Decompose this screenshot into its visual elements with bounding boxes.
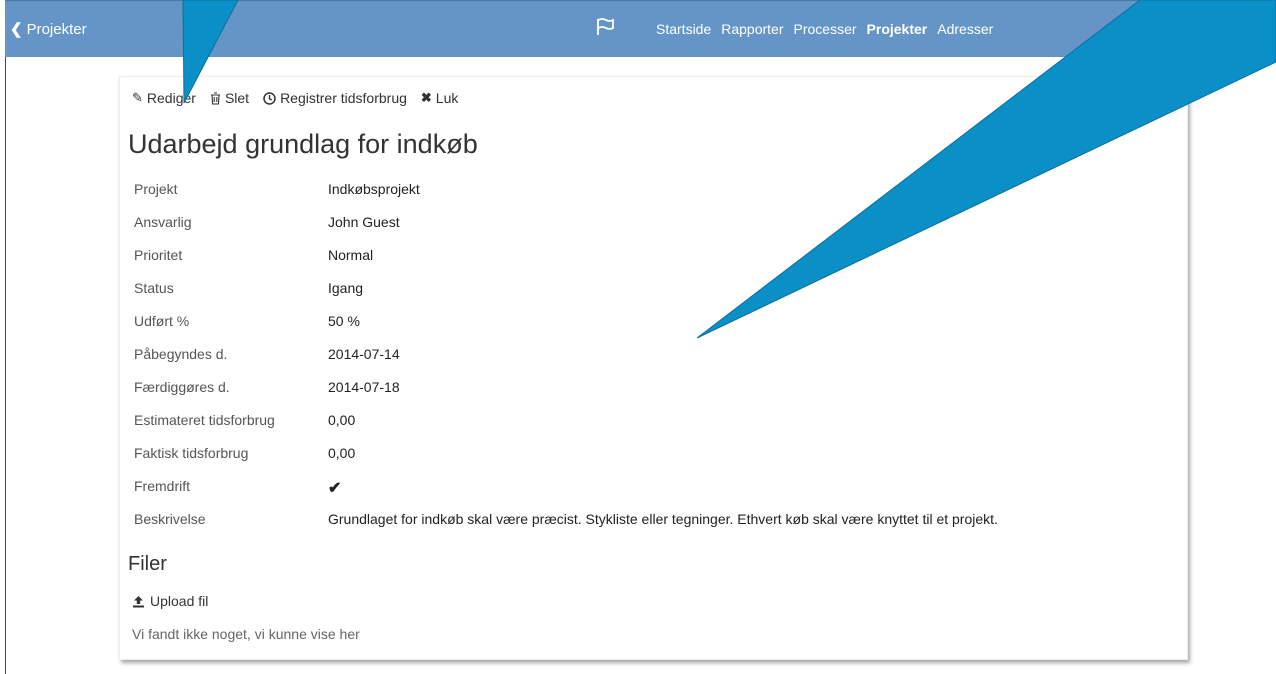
field-row-end-date: Færdiggøres d. 2014-07-18 bbox=[134, 379, 998, 412]
task-detail-panel: ✎ Rediger Slet Registrer tidsforbrug ✖ L… bbox=[119, 76, 1188, 660]
menu-item-startside[interactable]: Startside bbox=[656, 21, 711, 37]
user-menu[interactable]: John bbox=[1131, 21, 1181, 37]
field-value: 0,00 bbox=[328, 445, 356, 461]
field-label: Fremdrift bbox=[134, 478, 190, 494]
checkmark-icon: ✔ bbox=[328, 480, 342, 497]
delete-button[interactable]: Slet bbox=[210, 90, 249, 106]
menu-item-rapporter[interactable]: Rapporter bbox=[721, 21, 783, 37]
close-icon: ✖ bbox=[420, 90, 432, 105]
field-row-description: Beskrivelse Grundlaget for indkøb skal v… bbox=[134, 511, 998, 544]
task-fields: Projekt Indkøbsprojekt Ansvarlig John Gu… bbox=[134, 181, 998, 544]
trash-icon bbox=[210, 91, 220, 105]
register-time-label: Registrer tidsforbrug bbox=[280, 90, 407, 106]
close-label: Luk bbox=[435, 90, 459, 106]
back-link-label: Projekter bbox=[26, 20, 87, 38]
field-row-prioritet: Prioritet Normal bbox=[134, 247, 998, 280]
field-row-actual-time: Faktisk tidsforbrug 0,00 bbox=[134, 445, 998, 478]
field-value: 50 % bbox=[328, 313, 360, 329]
field-label: Beskrivelse bbox=[134, 511, 206, 527]
field-row-progress: Fremdrift ✔ bbox=[134, 478, 998, 511]
field-label: Projekt bbox=[134, 181, 178, 197]
window-left-border bbox=[5, 56, 6, 674]
field-row-projekt: Projekt Indkøbsprojekt bbox=[134, 181, 998, 214]
user-name: John bbox=[1148, 21, 1182, 37]
back-link[interactable]: ❮ Projekter bbox=[10, 20, 87, 39]
field-row-start-date: Påbegyndes d. 2014-07-14 bbox=[134, 346, 998, 379]
register-time-button[interactable]: Registrer tidsforbrug bbox=[263, 90, 407, 106]
field-label: Ansvarlig bbox=[134, 214, 192, 230]
chevron-left-icon: ❮ bbox=[10, 21, 23, 38]
menu-item-projekter[interactable]: Projekter bbox=[867, 21, 928, 37]
field-row-estimated-time: Estimateret tidsforbrug 0,00 bbox=[134, 412, 998, 445]
top-navbar: ❮ Projekter Startside Rapporter Processe… bbox=[5, 0, 1276, 57]
user-icon bbox=[1131, 23, 1143, 36]
field-value: Normal bbox=[328, 247, 374, 263]
field-value: Igang bbox=[328, 280, 364, 296]
edit-button[interactable]: ✎ Rediger bbox=[132, 90, 196, 106]
close-button[interactable]: ✖ Luk bbox=[421, 90, 458, 106]
field-label: Udført % bbox=[134, 313, 190, 329]
field-row-ansvarlig: Ansvarlig John Guest bbox=[134, 214, 998, 247]
field-label: Estimateret tidsforbrug bbox=[134, 412, 275, 428]
files-heading: Filer bbox=[128, 553, 167, 575]
field-label: Status bbox=[134, 280, 174, 296]
edit-icon: ✎ bbox=[132, 90, 143, 105]
field-value: John Guest bbox=[328, 214, 400, 230]
field-value: Indkøbsprojekt bbox=[328, 181, 420, 197]
field-row-udfoert: Udført % 50 % bbox=[134, 313, 998, 346]
field-label: Færdiggøres d. bbox=[134, 379, 230, 395]
menu-item-adresser[interactable]: Adresser bbox=[937, 21, 993, 37]
clock-icon bbox=[263, 91, 276, 105]
field-value: 0,00 bbox=[328, 412, 356, 428]
files-empty-message: Vi fandt ikke noget, vi kunne vise her bbox=[132, 626, 360, 642]
field-label: Faktisk tidsforbrug bbox=[134, 445, 249, 461]
flag-icon[interactable] bbox=[595, 18, 615, 41]
delete-label: Slet bbox=[224, 90, 250, 106]
main-menu: Startside Rapporter Processer Projekter … bbox=[656, 21, 1003, 37]
field-value: 2014-07-14 bbox=[328, 346, 400, 362]
task-toolbar: ✎ Rediger Slet Registrer tidsforbrug ✖ L… bbox=[132, 90, 458, 106]
task-title: Udarbejd grundlag for indkøb bbox=[128, 129, 478, 159]
upload-file-button[interactable]: Upload fil bbox=[132, 593, 208, 609]
field-label: Prioritet bbox=[134, 247, 183, 263]
field-value: 2014-07-18 bbox=[328, 379, 400, 395]
menu-item-processer[interactable]: Processer bbox=[794, 21, 857, 37]
upload-icon bbox=[133, 595, 144, 607]
field-label: Påbegyndes d. bbox=[134, 346, 228, 362]
field-value: Grundlaget for indkøb skal være præcist.… bbox=[328, 511, 998, 527]
upload-file-label: Upload fil bbox=[150, 593, 209, 609]
edit-label: Rediger bbox=[146, 90, 196, 106]
field-row-status: Status Igang bbox=[134, 280, 998, 313]
